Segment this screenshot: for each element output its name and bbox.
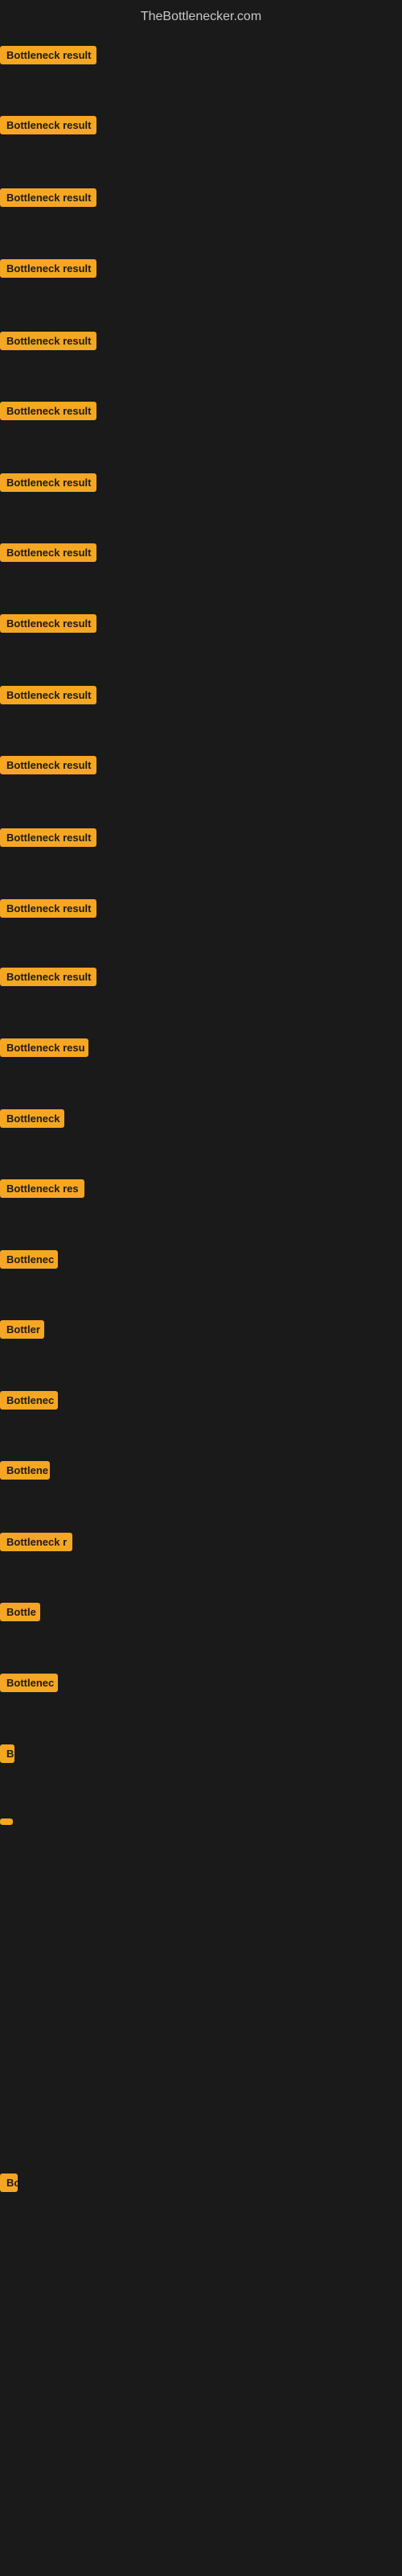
bottleneck-badge-21: Bottleneck r	[0, 1533, 72, 1551]
bottleneck-badge-2: Bottleneck result	[0, 188, 96, 207]
bottleneck-badge-18: Bottler	[0, 1320, 44, 1339]
bottleneck-item-2[interactable]: Bottleneck result	[0, 188, 96, 211]
bottleneck-badge-6: Bottleneck result	[0, 473, 96, 492]
bottleneck-badge-23: Bottlenec	[0, 1674, 58, 1692]
bottleneck-item-13[interactable]: Bottleneck result	[0, 968, 96, 990]
bottleneck-item-23[interactable]: Bottlenec	[0, 1674, 58, 1696]
bottleneck-badge-3: Bottleneck result	[0, 259, 96, 278]
bottleneck-item-1[interactable]: Bottleneck result	[0, 116, 96, 138]
bottleneck-badge-16: Bottleneck res	[0, 1179, 84, 1198]
bottleneck-badge-10: Bottleneck result	[0, 756, 96, 774]
bottleneck-item-10[interactable]: Bottleneck result	[0, 756, 96, 778]
bottleneck-item-21[interactable]: Bottleneck r	[0, 1533, 72, 1555]
bottleneck-badge-17: Bottlenec	[0, 1250, 58, 1269]
bottleneck-badge-11: Bottleneck result	[0, 828, 96, 847]
bottleneck-badge-19: Bottlenec	[0, 1391, 58, 1410]
bottleneck-item-19[interactable]: Bottlenec	[0, 1391, 58, 1414]
bottleneck-badge-14: Bottleneck resu	[0, 1038, 88, 1057]
bottleneck-item-3[interactable]: Bottleneck result	[0, 259, 96, 282]
bottleneck-item-5[interactable]: Bottleneck result	[0, 402, 96, 424]
bottleneck-item-4[interactable]: Bottleneck result	[0, 332, 96, 354]
bottleneck-badge-13: Bottleneck result	[0, 968, 96, 986]
bottleneck-badge-8: Bottleneck result	[0, 614, 96, 633]
bottleneck-badge-12: Bottleneck result	[0, 899, 96, 918]
bottleneck-item-9[interactable]: Bottleneck result	[0, 686, 96, 708]
bottleneck-badge-22: Bottle	[0, 1603, 40, 1621]
bottleneck-item-7[interactable]: Bottleneck result	[0, 543, 96, 566]
bottleneck-badge-9: Bottleneck result	[0, 686, 96, 704]
bottleneck-badge-24: B	[0, 1744, 14, 1763]
bottleneck-item-22[interactable]: Bottle	[0, 1603, 40, 1625]
bottleneck-item-15[interactable]: Bottleneck	[0, 1109, 64, 1132]
bottleneck-item-0[interactable]: Bottleneck result	[0, 46, 96, 68]
bottleneck-badge-26: Bo	[0, 2174, 18, 2192]
bottleneck-item-12[interactable]: Bottleneck result	[0, 899, 96, 922]
bottleneck-badge-0: Bottleneck result	[0, 46, 96, 64]
bottleneck-item-8[interactable]: Bottleneck result	[0, 614, 96, 637]
bottleneck-item-11[interactable]: Bottleneck result	[0, 828, 96, 851]
site-title: TheBottlenecker.com	[0, 3, 402, 31]
bottleneck-item-18[interactable]: Bottler	[0, 1320, 44, 1343]
bottleneck-item-6[interactable]: Bottleneck result	[0, 473, 96, 496]
bottleneck-badge-25	[0, 1818, 13, 1825]
bottleneck-badge-1: Bottleneck result	[0, 116, 96, 134]
bottleneck-item-25[interactable]	[0, 1814, 13, 1829]
bottleneck-item-14[interactable]: Bottleneck resu	[0, 1038, 88, 1061]
bottleneck-badge-4: Bottleneck result	[0, 332, 96, 350]
bottleneck-item-16[interactable]: Bottleneck res	[0, 1179, 84, 1202]
bottleneck-item-20[interactable]: Bottlene	[0, 1461, 50, 1484]
bottleneck-badge-15: Bottleneck	[0, 1109, 64, 1128]
bottleneck-badge-7: Bottleneck result	[0, 543, 96, 562]
bottleneck-badge-5: Bottleneck result	[0, 402, 96, 420]
bottleneck-item-24[interactable]: B	[0, 1744, 14, 1767]
bottleneck-badge-20: Bottlene	[0, 1461, 50, 1480]
bottleneck-item-17[interactable]: Bottlenec	[0, 1250, 58, 1273]
bottleneck-item-26[interactable]: Bo	[0, 2174, 18, 2196]
